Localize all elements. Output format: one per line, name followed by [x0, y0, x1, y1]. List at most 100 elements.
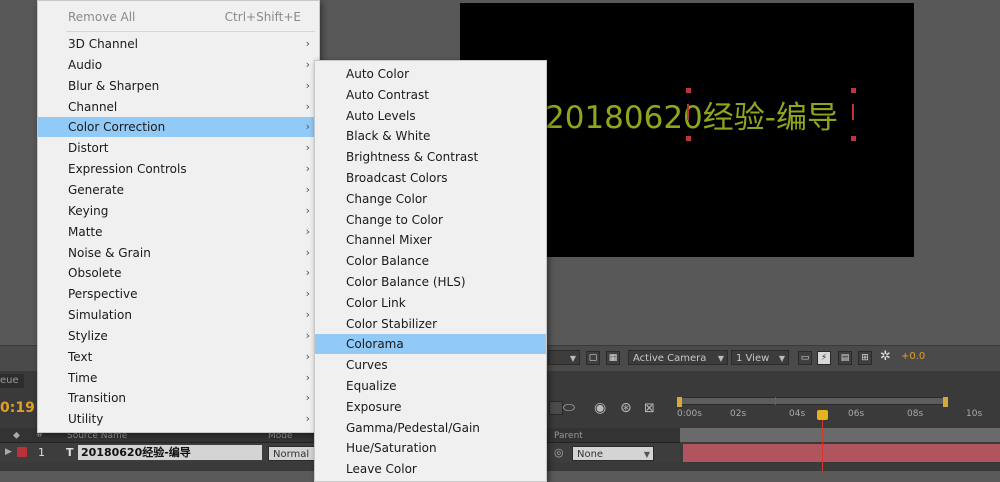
timeline-icon[interactable]: ▤ — [838, 351, 852, 365]
menu-item[interactable]: Obsolete › — [38, 263, 319, 283]
menu-item[interactable]: Audio › — [38, 55, 319, 75]
menu-item[interactable]: Distort › — [38, 138, 319, 158]
draft-3d-icon[interactable]: ⬭ — [563, 400, 575, 416]
view-layout-dropdown[interactable]: 1 View ▼ — [731, 350, 789, 365]
submenu-item[interactable]: Brightness & Contrast — [315, 147, 546, 167]
menu-item[interactable]: 3D Channel › — [38, 34, 319, 54]
camera-dropdown[interactable]: Active Camera ▼ — [628, 350, 728, 365]
submenu-item[interactable]: Gamma/Pedestal/Gain — [315, 418, 546, 438]
layer-name[interactable]: 20180620经验-编导 — [78, 445, 262, 460]
submenu-item[interactable]: Equalize — [315, 376, 546, 396]
bbox-handle[interactable] — [686, 136, 691, 141]
chevron-down-icon: ▼ — [717, 354, 724, 363]
chevron-right-icon: › — [305, 266, 310, 280]
current-time-display[interactable]: 0:19 — [0, 400, 35, 416]
parent-dropdown[interactable]: None ▼ — [572, 446, 654, 461]
menu-item-label: Utility — [68, 412, 104, 427]
menu-item-label: Generate — [68, 182, 125, 197]
menu-item-remove-all[interactable]: Remove All Ctrl+Shift+E — [38, 7, 319, 27]
layer-mode-dropdown[interactable]: Normal — [268, 446, 318, 461]
submenu-item[interactable]: Auto Levels — [315, 106, 546, 126]
menu-item[interactable]: Noise & Grain › — [38, 243, 319, 263]
submenu-item[interactable]: Curves — [315, 355, 546, 375]
submenu-item[interactable]: Exposure — [315, 397, 546, 417]
ruler-tick-label: 10s — [966, 409, 983, 419]
layer-label-color[interactable] — [17, 447, 27, 457]
bbox-edge — [687, 104, 689, 120]
submenu-item[interactable]: Colorama — [315, 334, 546, 355]
menu-item[interactable]: Expression Controls › — [38, 159, 319, 179]
menu-item-label: Obsolete — [68, 266, 122, 281]
menu-item-label: Perspective — [68, 287, 138, 302]
submenu-item-label: Auto Levels — [346, 108, 416, 123]
timeline-tab[interactable]: eue — [0, 374, 24, 388]
chevron-right-icon: › — [305, 224, 310, 238]
submenu-item[interactable]: Black & White — [315, 126, 546, 146]
graph-editor-icon[interactable]: ⊠ — [644, 401, 655, 416]
submenu-item[interactable]: Change Color — [315, 189, 546, 209]
submenu-item[interactable]: Hue/Saturation — [315, 438, 546, 458]
bbox-handle[interactable] — [686, 88, 691, 93]
region-of-interest-icon[interactable]: ▢ — [586, 351, 600, 365]
menu-item-label: Text — [68, 349, 93, 364]
submenu-item[interactable]: Change to Color — [315, 210, 546, 230]
menu-item[interactable]: Simulation › — [38, 305, 319, 325]
label-column-icon[interactable]: ⬥ — [13, 430, 20, 441]
ruler-tick-label: 0:00s — [677, 409, 702, 419]
bbox-handle[interactable] — [851, 136, 856, 141]
submenu-item[interactable]: Auto Contrast — [315, 85, 546, 105]
frame-blending-icon[interactable]: ⊛ — [620, 400, 632, 416]
submenu-item[interactable]: Color Balance (HLS) — [315, 272, 546, 292]
chevron-right-icon: › — [305, 182, 310, 196]
motion-blur-icon[interactable]: ◉ — [594, 400, 606, 416]
submenu-item[interactable]: Color Link — [315, 293, 546, 313]
flowchart-icon[interactable]: ⊞ — [858, 351, 872, 365]
view-layout-label: 1 View — [736, 353, 770, 364]
resolution-dropdown[interactable]: ▼ — [548, 350, 580, 365]
menu-item-label: Remove All — [68, 10, 136, 24]
work-area-marker — [775, 397, 776, 405]
menu-item[interactable]: Matte › — [38, 222, 319, 242]
menu-item-shortcut: Ctrl+Shift+E — [224, 10, 301, 24]
menu-item[interactable]: Perspective › — [38, 284, 319, 304]
exposure-value[interactable]: +0.0 — [901, 351, 925, 362]
parent-label: None — [577, 449, 604, 460]
parent-pickwhip-icon[interactable]: ◎ — [554, 446, 564, 459]
menu-item[interactable]: Color Correction › — [38, 117, 319, 138]
chevron-right-icon: › — [305, 120, 310, 134]
submenu-item[interactable]: Channel Mixer — [315, 230, 546, 250]
chevron-right-icon: › — [305, 57, 310, 71]
menu-item[interactable]: Text › — [38, 347, 319, 367]
menu-item[interactable]: Utility › — [38, 409, 319, 429]
comp-mini-flowchart-icon[interactable] — [549, 401, 563, 415]
ruler-tick-label: 08s — [907, 409, 924, 419]
column-parent[interactable]: Parent — [554, 431, 583, 441]
layer-duration-bar[interactable] — [683, 444, 1000, 462]
menu-item[interactable]: Generate › — [38, 180, 319, 200]
menu-item[interactable]: Channel › — [38, 97, 319, 117]
playhead-handle[interactable] — [817, 410, 828, 420]
bbox-edge — [852, 104, 854, 120]
menu-item[interactable]: Transition › — [38, 388, 319, 408]
menu-item[interactable]: Stylize › — [38, 326, 319, 346]
exposure-icon[interactable]: ✲ — [880, 349, 891, 364]
menu-item[interactable]: Keying › — [38, 201, 319, 221]
expand-triangle-icon[interactable]: ▶ — [5, 447, 12, 457]
toggle-pixel-aspect-icon[interactable]: ▭ — [798, 351, 812, 365]
work-area-start-handle[interactable] — [677, 397, 682, 407]
submenu-item[interactable]: Color Balance — [315, 251, 546, 271]
work-area-bar[interactable] — [680, 397, 948, 405]
submenu-item[interactable]: Broadcast Colors — [315, 168, 546, 188]
menu-item[interactable]: Time › — [38, 368, 319, 388]
bbox-handle[interactable] — [851, 88, 856, 93]
menu-item-label: Noise & Grain — [68, 245, 151, 260]
composition-text-layer[interactable]: 20180620经验-编导 — [545, 92, 838, 137]
submenu-item-label: Auto Contrast — [346, 87, 429, 102]
fast-preview-icon[interactable]: ⚡ — [817, 351, 831, 365]
menu-item[interactable]: Blur & Sharpen › — [38, 76, 319, 96]
submenu-item[interactable]: Auto Color — [315, 64, 546, 84]
work-area-end-handle[interactable] — [943, 397, 948, 407]
submenu-item[interactable]: Color Stabilizer — [315, 314, 546, 334]
transparency-grid-icon[interactable]: ▦ — [606, 351, 620, 365]
submenu-item[interactable]: Leave Color — [315, 459, 546, 479]
